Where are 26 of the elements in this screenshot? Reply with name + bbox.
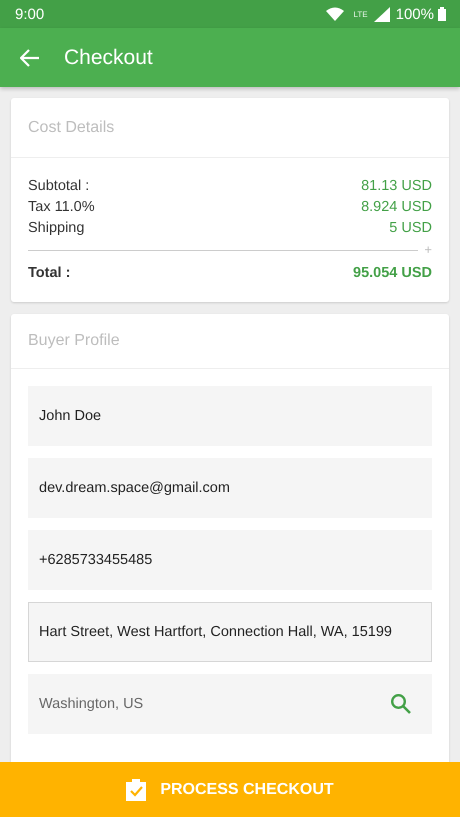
signal-icon	[374, 6, 390, 22]
cost-label: Tax 11.0%	[28, 198, 95, 217]
clipboard-check-icon	[126, 778, 146, 800]
battery-icon	[438, 7, 446, 21]
input-field[interactable]: dev.dream.space@gmail.com	[28, 458, 432, 518]
cost-value: 81.13 USD	[361, 177, 432, 196]
input-field[interactable]: +6285733455485	[28, 530, 432, 590]
network-type: LTE	[354, 10, 368, 18]
back-button[interactable]	[20, 48, 40, 66]
card-title: Cost Details	[28, 118, 114, 136]
total-value: 95.054 USD	[353, 264, 432, 283]
location-field[interactable]: Washington, US	[28, 674, 432, 734]
input-field[interactable]: John Doe	[28, 386, 432, 446]
cost-value: 5 USD	[389, 219, 432, 238]
toolbar-title: Checkout	[64, 46, 153, 70]
wifi-icon	[326, 7, 344, 21]
status-time: 9:00	[15, 6, 46, 22]
plus-mark: +	[424, 245, 432, 255]
battery-level: 100%	[396, 6, 434, 22]
card-title: Buyer Profile	[28, 332, 120, 350]
cost-label: Shipping	[28, 219, 84, 238]
search-icon[interactable]	[390, 693, 412, 715]
cost-label: Subtotal :	[28, 177, 90, 196]
cost-value: 8.924 USD	[361, 198, 432, 217]
total-label: Total :	[28, 264, 70, 283]
address-field[interactable]: Hart Street, West Hartfort, Connection Hall, WA, 15199	[28, 602, 432, 662]
